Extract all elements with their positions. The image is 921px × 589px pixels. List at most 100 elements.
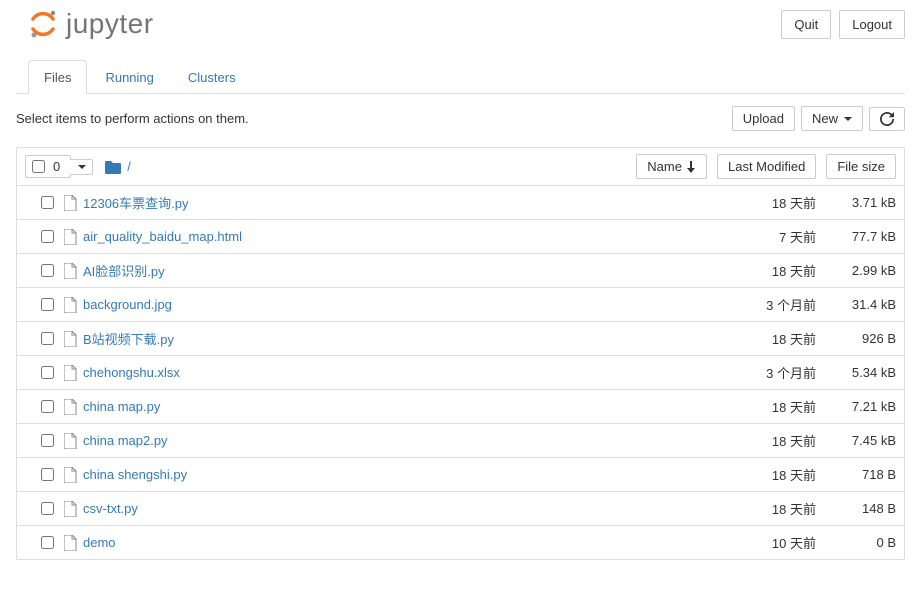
file-size: 77.7 kB: [816, 229, 896, 244]
select-dropdown-button[interactable]: [70, 159, 93, 175]
file-icon: [64, 263, 77, 279]
file-size: 148 B: [816, 501, 896, 516]
file-modified: 18 天前: [706, 193, 816, 212]
file-checkbox[interactable]: [41, 400, 54, 413]
file-row: AI脸部识别.py 18 天前2.99 kB: [17, 254, 904, 288]
file-list: 0 / Name Last Modified File size: [16, 147, 905, 560]
file-icon: [64, 467, 77, 483]
sort-modified-button[interactable]: Last Modified: [717, 154, 816, 179]
file-row: china map.py 18 天前7.21 kB: [17, 390, 904, 424]
file-size: 31.4 kB: [816, 297, 896, 312]
file-modified: 18 天前: [706, 499, 816, 518]
file-row: background.jpg 3 个月前31.4 kB: [17, 288, 904, 322]
file-size: 5.34 kB: [816, 365, 896, 380]
file-name-link[interactable]: china shengshi.py: [83, 467, 187, 482]
header: jupyter Quit Logout: [16, 0, 905, 48]
file-modified: 18 天前: [706, 465, 816, 484]
logo[interactable]: jupyter: [16, 8, 154, 40]
file-modified: 10 天前: [706, 533, 816, 552]
new-button[interactable]: New: [801, 106, 863, 131]
file-checkbox[interactable]: [41, 298, 54, 311]
file-row: B站视频下载.py18 天前926 B: [17, 322, 904, 356]
file-name-link[interactable]: china map.py: [83, 399, 160, 414]
file-checkbox[interactable]: [41, 332, 54, 345]
refresh-icon: [880, 112, 894, 126]
breadcrumb[interactable]: /: [105, 159, 131, 174]
file-name-link[interactable]: AI脸部识别.py: [83, 261, 165, 280]
file-modified: 3 个月前: [706, 295, 816, 314]
file-row: 12306车票查询.py 18 天前3.71 kB: [17, 186, 904, 220]
header-buttons: Quit Logout: [781, 10, 905, 39]
file-icon: [64, 331, 77, 347]
file-icon: [64, 297, 77, 313]
file-name-link[interactable]: china map2.py: [83, 433, 168, 448]
file-rows: 12306车票查询.py18 天前3.71 kBair_quality_baid…: [17, 186, 904, 559]
file-name-link[interactable]: demo: [83, 535, 116, 550]
caret-down-icon: [78, 165, 86, 169]
file-checkbox[interactable]: [41, 536, 54, 549]
file-name-link[interactable]: chehongshu.xlsx: [83, 365, 180, 380]
file-modified: 18 天前: [706, 261, 816, 280]
tab-running[interactable]: Running: [89, 60, 169, 94]
upload-button[interactable]: Upload: [732, 106, 795, 131]
toolbar: Select items to perform actions on them.…: [16, 94, 905, 143]
arrow-down-icon: [686, 161, 696, 173]
refresh-button[interactable]: [869, 107, 905, 131]
select-all-checkbox[interactable]: [32, 160, 45, 173]
caret-down-icon: [844, 117, 852, 121]
help-text: Select items to perform actions on them.: [16, 111, 249, 126]
tab-clusters[interactable]: Clusters: [172, 60, 252, 94]
file-row: china map2.py 18 天前7.45 kB: [17, 424, 904, 458]
select-count: 0: [53, 159, 60, 174]
new-button-label: New: [812, 111, 838, 126]
tab-files[interactable]: Files: [28, 60, 87, 94]
file-checkbox[interactable]: [41, 230, 54, 243]
file-size: 7.45 kB: [816, 433, 896, 448]
file-size: 7.21 kB: [816, 399, 896, 414]
file-name-link[interactable]: B站视频下载.py: [83, 329, 174, 348]
logout-button[interactable]: Logout: [839, 10, 905, 39]
jupyter-logo-icon: [28, 9, 58, 39]
file-size: 3.71 kB: [816, 195, 896, 210]
file-icon: [64, 399, 77, 415]
file-icon: [64, 535, 77, 551]
file-name-link[interactable]: 12306车票查询.py: [83, 193, 189, 212]
select-all-group: 0: [25, 155, 71, 178]
file-icon: [64, 433, 77, 449]
file-icon: [64, 365, 77, 381]
file-modified: 18 天前: [706, 329, 816, 348]
file-size: 2.99 kB: [816, 263, 896, 278]
file-icon: [64, 501, 77, 517]
file-modified: 18 天前: [706, 431, 816, 450]
file-size: 0 B: [816, 535, 896, 550]
file-modified: 18 天前: [706, 397, 816, 416]
list-header: 0 / Name Last Modified File size: [17, 148, 904, 186]
file-name-link[interactable]: csv-txt.py: [83, 501, 138, 516]
folder-icon: [105, 160, 121, 174]
sort-name-button[interactable]: Name: [636, 154, 707, 179]
file-icon: [64, 229, 77, 245]
logo-text: jupyter: [66, 8, 154, 40]
file-checkbox[interactable]: [41, 366, 54, 379]
file-checkbox[interactable]: [41, 434, 54, 447]
file-name-link[interactable]: air_quality_baidu_map.html: [83, 229, 242, 244]
file-icon: [64, 195, 77, 211]
file-row: china shengshi.py 18 天前718 B: [17, 458, 904, 492]
file-checkbox[interactable]: [41, 468, 54, 481]
quit-button[interactable]: Quit: [781, 10, 831, 39]
file-row: csv-txt.py 18 天前148 B: [17, 492, 904, 526]
file-size: 718 B: [816, 467, 896, 482]
tabs: Files Running Clusters: [16, 60, 905, 94]
file-name-link[interactable]: background.jpg: [83, 297, 172, 312]
sort-size-button[interactable]: File size: [826, 154, 896, 179]
file-modified: 3 个月前: [706, 363, 816, 382]
breadcrumb-root: /: [127, 159, 131, 174]
file-checkbox[interactable]: [41, 196, 54, 209]
file-row: air_quality_baidu_map.html 7 天前77.7 kB: [17, 220, 904, 254]
sort-name-label: Name: [647, 159, 682, 174]
file-row: demo 10 天前0 B: [17, 526, 904, 559]
file-checkbox[interactable]: [41, 264, 54, 277]
file-checkbox[interactable]: [41, 502, 54, 515]
file-modified: 7 天前: [706, 227, 816, 246]
file-row: chehongshu.xlsx 3 个月前5.34 kB: [17, 356, 904, 390]
